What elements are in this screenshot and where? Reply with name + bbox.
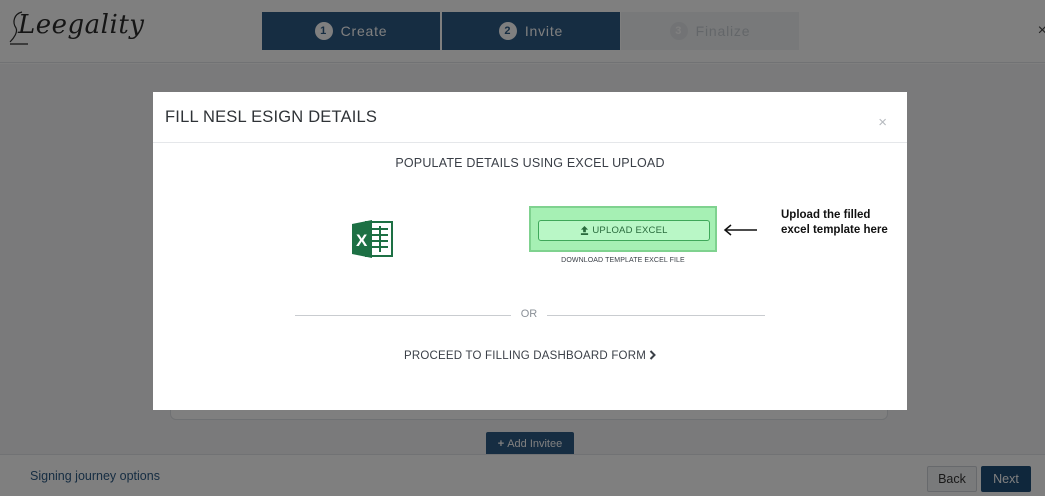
divider [547,315,765,316]
upload-instruction-note: Upload the filled excel template here [781,209,888,236]
populate-heading: POPULATE DETAILS USING EXCEL UPLOAD [395,156,665,170]
close-icon[interactable]: × [878,114,887,131]
upload-excel-label: UPLOAD EXCEL [592,225,668,236]
download-template-link[interactable]: DOWNLOAD TEMPLATE EXCEL FILE [529,257,717,264]
modal-title: FILL NESL ESIGN DETAILS [165,108,378,126]
upload-excel-button[interactable]: UPLOAD EXCEL [538,220,710,241]
upload-highlight-box: UPLOAD EXCEL [529,206,717,252]
or-separator: OR [520,308,538,320]
proceed-label: PROCEED TO FILLING DASHBOARD FORM [404,350,646,362]
chevron-right-icon [649,350,656,362]
modal-header: FILL NESL ESIGN DETAILS × [153,92,907,143]
upload-icon [581,226,589,235]
divider [295,315,511,316]
arrow-left-icon [723,224,757,236]
svg-text:X: X [356,231,368,250]
nesl-esign-modal: FILL NESL ESIGN DETAILS × POPULATE DETAI… [153,92,907,410]
proceed-dashboard-link[interactable]: PROCEED TO FILLING DASHBOARD FORM [153,350,907,362]
excel-icon: X [352,220,393,258]
